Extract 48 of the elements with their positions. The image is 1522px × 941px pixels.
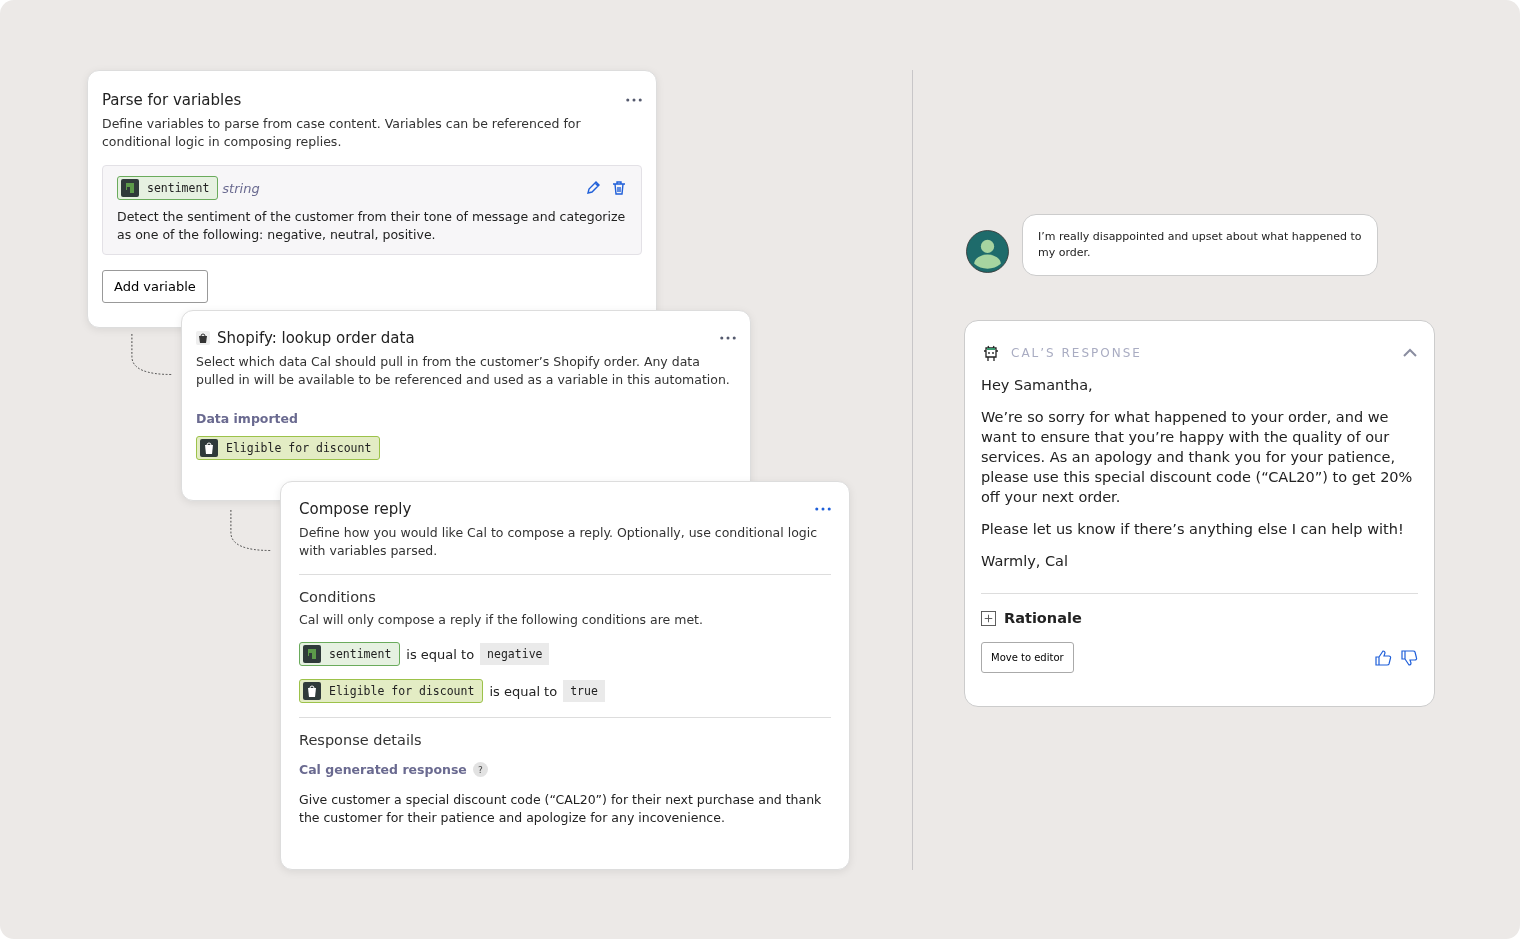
more-icon[interactable] (626, 98, 642, 102)
shopping-bag-icon (196, 331, 210, 345)
variable-chip: sentiment (117, 176, 219, 200)
variable-icon (121, 179, 139, 197)
variable-chip: Eligible for discount (196, 436, 381, 460)
response-instructions: Give customer a special discount code (“CAL20”) for their next purchase and thank the customer for their patience and apologize for any incovenience. (299, 791, 823, 827)
card-title: Parse for variables (102, 91, 243, 109)
variable-type: string (222, 180, 260, 196)
move-to-editor-button[interactable]: Move to editor (981, 642, 1074, 673)
card-title: Compose reply (299, 500, 413, 518)
response-header: CAL’S RESPONSE (1011, 346, 1142, 360)
customer-message: I’m really disappointed and upset about what happened to my order. (1022, 214, 1378, 276)
response-paragraph: Hey Samantha, (981, 376, 1094, 395)
section-title: Response details (299, 732, 423, 748)
avatar-icon (966, 229, 1009, 273)
card-description: Define how you would like Cal to compose a reply. Optionally, use conditional logic with variables parsed. (299, 524, 819, 560)
condition-operator: is equal to (489, 683, 558, 699)
thumbs-down-icon[interactable] (1400, 648, 1418, 667)
help-icon[interactable]: ? (472, 762, 488, 777)
variable-chip: Eligible for discount (299, 679, 484, 703)
card-title: Shopify: lookup order data (217, 329, 416, 347)
variable-icon (303, 645, 321, 663)
card-description: Define variables to parse from case content. Variables can be referenced for conditional logic in composing replies. (102, 115, 582, 151)
variable-description: Detect the sentiment of the customer from their tone of message and categorize as one of the following: negative, neutral, positive. (117, 208, 627, 244)
robot-icon (981, 343, 1001, 363)
more-icon[interactable] (720, 336, 736, 340)
section-label: Data imported (196, 411, 299, 426)
chevron-icon[interactable] (1402, 348, 1418, 358)
response-paragraph: We’re so sorry for what happened to your order, and we want to ensure that you’re happy with the quality of our services. As an apology and thank you for your patience, please use this special discount code (“CAL20”) to get 20% off your next order. (981, 408, 1414, 507)
response-paragraph: Warmly, Cal (981, 552, 1069, 571)
shopping-bag-icon (303, 682, 321, 700)
condition-operator: is equal to (406, 646, 475, 662)
rationale-label[interactable]: Rationale (1004, 610, 1082, 626)
condition-value: negative (480, 643, 550, 665)
delete-icon[interactable] (611, 180, 627, 196)
section-description: Cal will only compose a reply if the following conditions are met. (299, 611, 704, 629)
thumbs-up-icon[interactable] (1374, 648, 1392, 667)
shopping-bag-icon (200, 439, 218, 457)
edit-icon[interactable] (585, 180, 601, 196)
response-paragraph: Please let us know if there’s anything else I can help with! (981, 520, 1405, 539)
variable-chip: sentiment (299, 642, 401, 666)
more-icon[interactable] (815, 507, 831, 511)
card-description: Select which data Cal should pull in from the customer’s Shopify order. Any data pulled in will be available to be referenced and used as a variable in this automation. (196, 353, 731, 389)
section-label: Cal generated response (299, 762, 467, 777)
add-variable-button[interactable]: Add variable (102, 270, 208, 303)
condition-value: true (563, 680, 605, 702)
section-title: Conditions (299, 589, 377, 605)
expand-icon[interactable] (981, 610, 996, 626)
